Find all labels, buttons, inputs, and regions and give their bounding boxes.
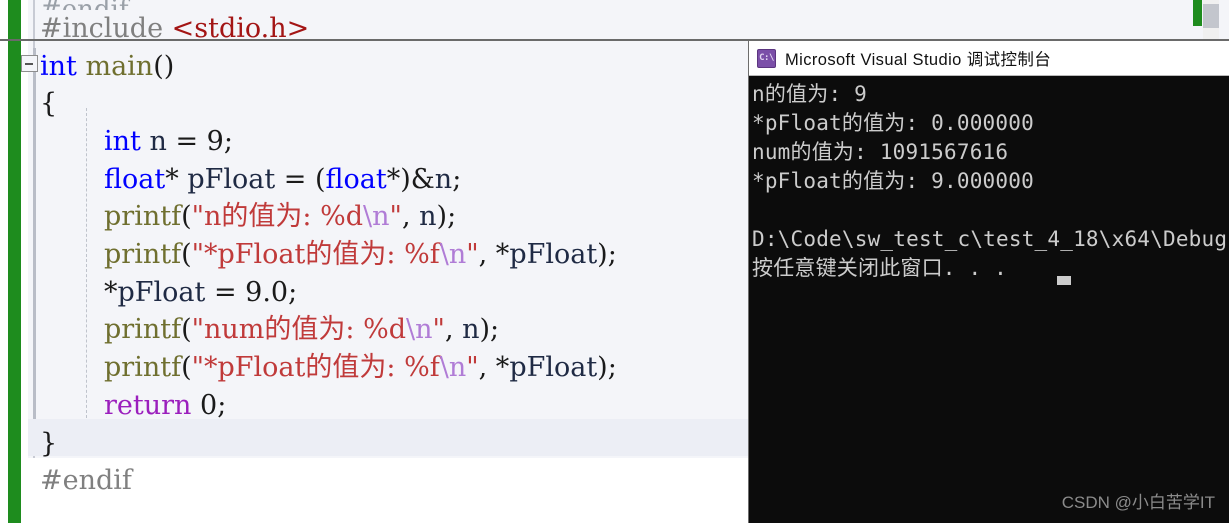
code-token: = ( xyxy=(275,164,326,195)
code-token: 9 xyxy=(206,126,224,157)
code-token: " xyxy=(389,201,402,232)
code-token: ; xyxy=(452,164,462,195)
console-output-line: D:\Code\sw_test_c\test_4_18\x64\Debug xyxy=(752,227,1228,251)
code-token: " xyxy=(432,314,445,345)
code-line[interactable]: float* pFloat = (float*)&n; xyxy=(104,161,461,199)
code-token: *)& xyxy=(386,164,435,195)
code-token: ; xyxy=(223,126,233,157)
console-output-area[interactable]: n的值为: 9 *pFloat的值为: 0.000000 num的值为: 10915… xyxy=(749,76,1229,523)
code-token: , xyxy=(401,201,420,232)
code-token: n xyxy=(434,164,453,195)
code-token: " xyxy=(466,239,479,270)
code-token: printf xyxy=(104,352,182,383)
csdn-watermark: CSDN @小白苦学IT xyxy=(1061,493,1215,512)
code-line[interactable]: int main() xyxy=(40,48,174,86)
collapse-region-icon[interactable] xyxy=(21,55,38,72)
console-output-line: n的值为: 9 xyxy=(752,82,867,106)
code-token: ( xyxy=(181,352,192,383)
code-token: ); xyxy=(597,352,617,383)
code-token: ( xyxy=(181,201,192,232)
code-line[interactable]: int n = 9; xyxy=(104,123,233,161)
code-token: main xyxy=(85,51,154,82)
screenshot-root: #endif #include <stdio.h>int main(){int … xyxy=(0,0,1229,523)
code-token: ); xyxy=(479,314,500,345)
indent-guide xyxy=(86,108,87,418)
code-token: ; xyxy=(288,277,298,308)
console-output-line: num的值为: 1091567616 xyxy=(752,140,1009,164)
editor-scrollbar-thumb[interactable] xyxy=(1203,4,1219,28)
code-token: pFloat xyxy=(509,352,598,383)
code-line[interactable]: printf("n的值为: %d\n", n); xyxy=(104,198,456,236)
code-token: { xyxy=(40,88,58,119)
code-token: int xyxy=(104,126,141,157)
console-output-line: *pFloat的值为: 9.000000 xyxy=(752,169,1034,193)
change-indicator-bar xyxy=(8,0,21,523)
code-token: * xyxy=(165,164,188,195)
code-token: int xyxy=(40,51,77,82)
console-output-line: *pFloat的值为: 0.000000 xyxy=(752,111,1034,135)
code-line[interactable]: { xyxy=(40,85,57,123)
code-token: = xyxy=(205,277,246,308)
code-token: ( xyxy=(181,239,192,270)
code-token: ( xyxy=(181,314,192,345)
code-token: " xyxy=(466,352,479,383)
code-token: "*pFloat的值为: %f xyxy=(191,352,440,383)
code-token: \n xyxy=(439,239,467,270)
code-token: pFloat xyxy=(509,239,598,270)
code-token: , xyxy=(444,314,463,345)
code-token: return xyxy=(104,390,192,421)
code-token: * xyxy=(104,277,118,308)
code-line[interactable]: printf("*pFloat的值为: %f\n", *pFloat); xyxy=(104,349,617,387)
code-token: "n的值为: %d xyxy=(191,201,364,232)
console-icon-glyph: C:\ xyxy=(759,52,774,63)
code-token: printf xyxy=(104,239,182,270)
code-line[interactable]: } xyxy=(40,425,57,463)
code-token: ); xyxy=(597,239,617,270)
code-token: \n xyxy=(363,201,390,232)
code-token: \n xyxy=(406,314,433,345)
code-token: #endif xyxy=(40,465,132,496)
code-line[interactable]: *pFloat = 9.0; xyxy=(104,274,297,312)
debug-console-window[interactable]: C:\ Microsoft Visual Studio 调试控制台 n的值为: … xyxy=(748,41,1229,523)
code-token: float xyxy=(325,164,387,195)
code-token: printf xyxy=(104,201,182,232)
clipped-top-code-line: #endif xyxy=(40,0,740,10)
code-token: = xyxy=(166,126,207,157)
code-token: 9.0 xyxy=(245,277,289,308)
code-token: ); xyxy=(436,201,457,232)
editor-change-annotation xyxy=(1193,0,1202,26)
console-cursor xyxy=(1057,276,1071,285)
code-line[interactable]: printf("num的值为: %d\n", n); xyxy=(104,311,499,349)
outlining-vertical-line xyxy=(33,48,36,453)
code-token: float xyxy=(104,164,166,195)
code-token: } xyxy=(40,428,58,459)
code-token: n xyxy=(419,201,437,232)
code-token: n xyxy=(462,314,480,345)
code-line[interactable]: #endif xyxy=(40,462,132,500)
console-output-line: 按任意键关闭此窗口. . . xyxy=(752,256,1008,280)
code-token: pFloat xyxy=(117,277,206,308)
console-title-bar[interactable]: C:\ Microsoft Visual Studio 调试控制台 xyxy=(749,41,1229,76)
code-token: "*pFloat的值为: %f xyxy=(191,239,440,270)
console-title-text: Microsoft Visual Studio 调试控制台 xyxy=(785,51,1052,69)
code-token: \n xyxy=(439,352,467,383)
code-token: () xyxy=(153,51,175,82)
code-token: n xyxy=(149,126,167,157)
code-line[interactable]: return 0; xyxy=(104,387,226,425)
code-token: ; xyxy=(217,390,227,421)
code-token: "num的值为: %d xyxy=(191,314,407,345)
code-token: , * xyxy=(478,239,510,270)
code-token: pFloat xyxy=(187,164,276,195)
code-token: printf xyxy=(104,314,182,345)
code-line[interactable]: #include <stdio.h> xyxy=(40,10,309,48)
code-token: 0 xyxy=(200,390,218,421)
console-window-icon: C:\ xyxy=(757,48,776,68)
code-line[interactable]: printf("*pFloat的值为: %f\n", *pFloat); xyxy=(104,236,617,274)
code-token: , * xyxy=(478,352,510,383)
